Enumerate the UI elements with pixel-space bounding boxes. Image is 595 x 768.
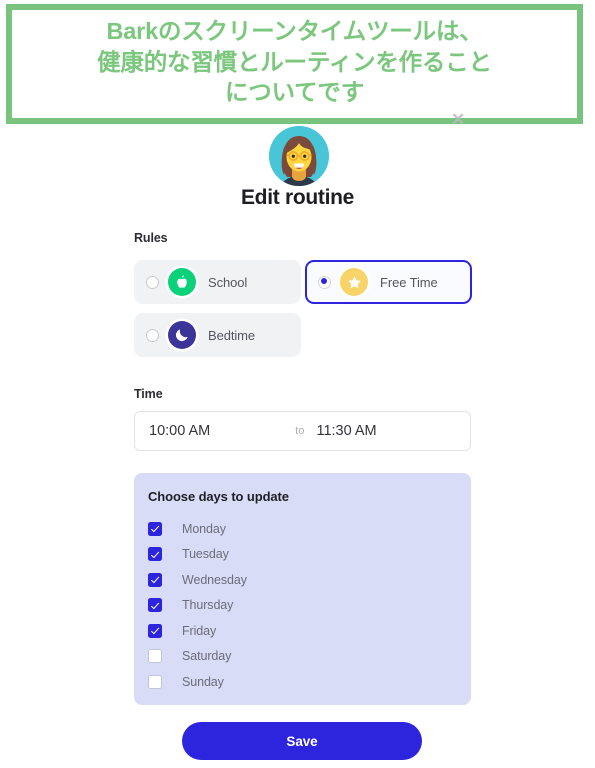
rules-label: Rules [134,231,168,245]
checkbox-sunday[interactable] [148,674,162,689]
radio-school[interactable] [146,275,159,289]
page-title: Edit routine [240,186,355,209]
day-row-monday[interactable]: Monday [148,516,471,542]
star-icon [340,268,368,296]
day-row-saturday[interactable]: Saturday [148,644,471,670]
checkbox-tuesday[interactable] [148,547,162,562]
radio-bedtime[interactable] [146,328,159,342]
watermark-icon: ✕ [451,110,465,129]
woman-with-glasses-avatar-icon [269,126,329,186]
checkbox-thursday[interactable] [148,598,162,613]
rule-option-bedtime[interactable]: Bedtime [134,313,301,357]
moon-icon [168,321,196,349]
day-row-sunday[interactable]: Sunday [148,669,471,695]
avatar [269,126,329,186]
day-label-saturday: Saturday [182,649,232,664]
checkbox-friday[interactable] [148,623,162,638]
day-row-thursday[interactable]: Thursday [148,593,471,619]
day-row-friday[interactable]: Friday [148,618,471,644]
radio-free-time[interactable] [318,275,331,289]
checkbox-monday[interactable] [148,521,162,536]
apple-icon [168,268,196,296]
time-range-field[interactable]: 10:00 AM to 11:30 AM [134,411,471,451]
checkbox-wednesday[interactable] [148,572,162,587]
time-label: Time [134,387,163,401]
rule-label-bedtime: Bedtime [208,327,255,343]
rule-option-school[interactable]: School [134,260,301,304]
day-row-wednesday[interactable]: Wednesday [148,567,471,593]
rule-label-school: School [208,274,248,290]
day-label-monday: Monday [182,521,226,536]
choose-days-title: Choose days to update [148,489,289,504]
save-button[interactable]: Save [182,722,422,760]
day-label-tuesday: Tuesday [182,547,229,562]
moon-glyph [175,329,188,342]
time-end-value[interactable]: 11:30 AM [316,423,376,439]
apple-glyph [177,275,187,288]
day-row-tuesday[interactable]: Tuesday [148,542,471,568]
rule-option-free-time[interactable]: Free Time [305,260,472,304]
day-label-wednesday: Wednesday [182,572,247,587]
choose-days-panel: Choose days to update Monday Tuesday Wed… [134,473,471,705]
time-start-value[interactable]: 10:00 AM [149,423,210,439]
rule-label-free-time: Free Time [380,274,438,290]
time-separator: to [295,425,305,437]
promo-banner-text: Barkのスクリーンタイムツールは、 健康的な習慣とルーティンを作ること につい… [97,18,492,106]
star-glyph [347,275,361,288]
checkbox-saturday[interactable] [148,649,162,664]
promo-banner: Barkのスクリーンタイムツールは、 健康的な習慣とルーティンを作ること につい… [6,4,583,124]
day-label-thursday: Thursday [182,598,234,613]
day-label-friday: Friday [182,623,217,638]
day-label-sunday: Sunday [182,674,224,689]
